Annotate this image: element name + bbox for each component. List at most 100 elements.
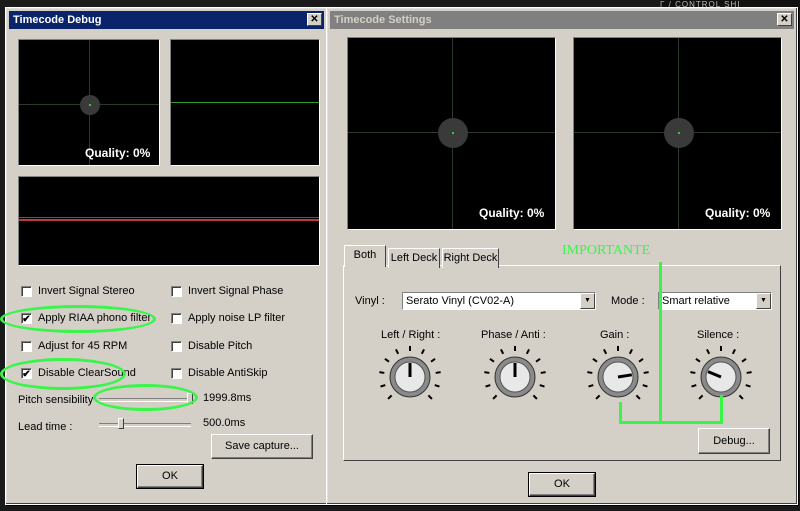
knob-tick [592, 357, 598, 363]
knob-tick [395, 348, 400, 355]
phase-anti-knob[interactable] [482, 344, 548, 410]
annotation-vertical-line [659, 262, 662, 424]
knob-tick [731, 348, 736, 355]
invert-signal-phase-checkbox[interactable]: Invert Signal Phase [171, 285, 283, 297]
knob-tick [642, 384, 648, 388]
tab-both[interactable]: Both [344, 245, 386, 267]
debug-close-button[interactable]: ✕ [307, 13, 322, 26]
knob-tick [691, 384, 697, 388]
save-capture-button[interactable]: Save capture... [211, 434, 313, 459]
invert-signal-stereo-checkbox[interactable]: Invert Signal Stereo [21, 285, 135, 297]
adjust-45rpm-checkbox[interactable]: Adjust for 45 RPM [21, 340, 127, 352]
knob-tick [427, 394, 433, 400]
highlight-clearsound-ellipse [0, 358, 126, 390]
vinyl-label: Vinyl : [355, 295, 385, 307]
knob-tick [484, 371, 490, 374]
left-quality-readout: Quality: 0% [479, 206, 545, 220]
knob-tick [384, 357, 390, 363]
knob-tick [690, 371, 696, 374]
checkbox-box [171, 340, 182, 352]
knob-tick [540, 371, 546, 374]
apply-noise-lp-filter-checkbox[interactable]: Apply noise LP filter [171, 312, 285, 324]
lead-time-label: Lead time : [18, 421, 73, 433]
knob-tick [492, 394, 498, 400]
knob-tick [430, 357, 436, 363]
knob-tick [500, 348, 505, 355]
debug-scope-channel [170, 39, 320, 166]
checkbox-box [171, 312, 182, 324]
debug-button[interactable]: Debug... [698, 428, 770, 454]
knob-tick [587, 371, 593, 374]
tab-left-deck[interactable]: Left Deck [388, 248, 440, 268]
knob-label-silence: Silence : [697, 329, 740, 341]
knob-tick [638, 357, 644, 363]
knob-tick [698, 394, 704, 400]
timecode-debug-window: Timecode Debug ✕ Quality: 0% Invert Sign… [5, 7, 328, 505]
debug-scope-xy: Quality: 0% [18, 39, 160, 166]
knob-tick [434, 384, 440, 388]
checkbox-box [171, 285, 182, 297]
knob-tick [525, 348, 530, 355]
highlight-riaa-ellipse [0, 305, 156, 333]
annotation-right-tick [720, 395, 723, 424]
knob-tick [628, 348, 633, 355]
debug-titlebar[interactable]: Timecode Debug ✕ [9, 11, 324, 29]
knob-tick [635, 394, 641, 400]
knob-tick [746, 371, 752, 374]
knob-tick [741, 357, 747, 363]
chevron-down-icon[interactable]: ▼ [756, 293, 771, 309]
pitch-sensibility-value: 1999.8ms [203, 392, 252, 404]
pitch-sensibility-label: Pitch sensibility [18, 394, 94, 406]
annotation-bottom-line [619, 421, 723, 424]
knob-tick [695, 357, 701, 363]
settings-titlebar[interactable]: Timecode Settings ✕ [330, 11, 794, 29]
chevron-down-icon[interactable]: ▼ [580, 293, 595, 309]
knob-tick [603, 348, 608, 355]
vinyl-select[interactable]: Serato Vinyl (CV02-A) ▼ [402, 292, 596, 310]
knob-tick [532, 394, 538, 400]
importante-annotation: IMPORTANTE [562, 243, 651, 258]
settings-close-button[interactable]: ✕ [777, 13, 792, 26]
knob-tick [435, 371, 441, 374]
left-right-knob[interactable] [377, 344, 443, 410]
knob-tick [535, 357, 541, 363]
checkbox-box [171, 367, 182, 379]
knob-label-phase-anti: Phase / Anti : [481, 329, 546, 341]
settings-scope-left: Quality: 0% [347, 37, 556, 230]
knob-tick [485, 384, 491, 388]
highlight-pitch-slider-ellipse [93, 384, 198, 411]
signal-dot [452, 132, 454, 134]
disable-antiskip-checkbox[interactable]: Disable AntiSkip [171, 367, 268, 379]
signal-dot [678, 132, 680, 134]
checkbox-box [21, 285, 32, 297]
debug-scope-waveform [18, 176, 320, 266]
gain-knob[interactable] [585, 344, 651, 410]
settings-scope-right: Quality: 0% [573, 37, 782, 230]
lead-time-value: 500.0ms [203, 417, 246, 429]
tab-right-deck[interactable]: Right Deck [442, 248, 499, 268]
knob-tick [380, 384, 386, 388]
knob-tick [745, 384, 751, 388]
knob-tick [379, 371, 385, 374]
knob-tick [643, 371, 649, 374]
knob-label-gain: Gain : [600, 329, 630, 341]
right-quality-readout: Quality: 0% [705, 206, 771, 220]
debug-quality-readout: Quality: 0% [85, 146, 151, 160]
knob-tick [595, 394, 601, 400]
lead-time-thumb[interactable] [118, 418, 124, 429]
checkbox-box [21, 340, 32, 352]
knob-tick [387, 394, 393, 400]
knob-tick [588, 384, 594, 388]
signal-dot [89, 104, 91, 106]
knob-tick [706, 348, 711, 355]
disable-pitch-checkbox[interactable]: Disable Pitch [171, 340, 252, 352]
settings-window-title: Timecode Settings [334, 14, 432, 26]
mode-label: Mode : [611, 295, 645, 307]
mode-select[interactable]: Smart relative ▼ [658, 292, 772, 310]
knob-tick [420, 348, 425, 355]
settings-ok-button[interactable]: OK [528, 472, 596, 497]
debug-ok-button[interactable]: OK [136, 464, 204, 489]
knob-tick [489, 357, 495, 363]
lead-time-slider[interactable] [99, 423, 191, 427]
knob-tick [738, 394, 744, 400]
